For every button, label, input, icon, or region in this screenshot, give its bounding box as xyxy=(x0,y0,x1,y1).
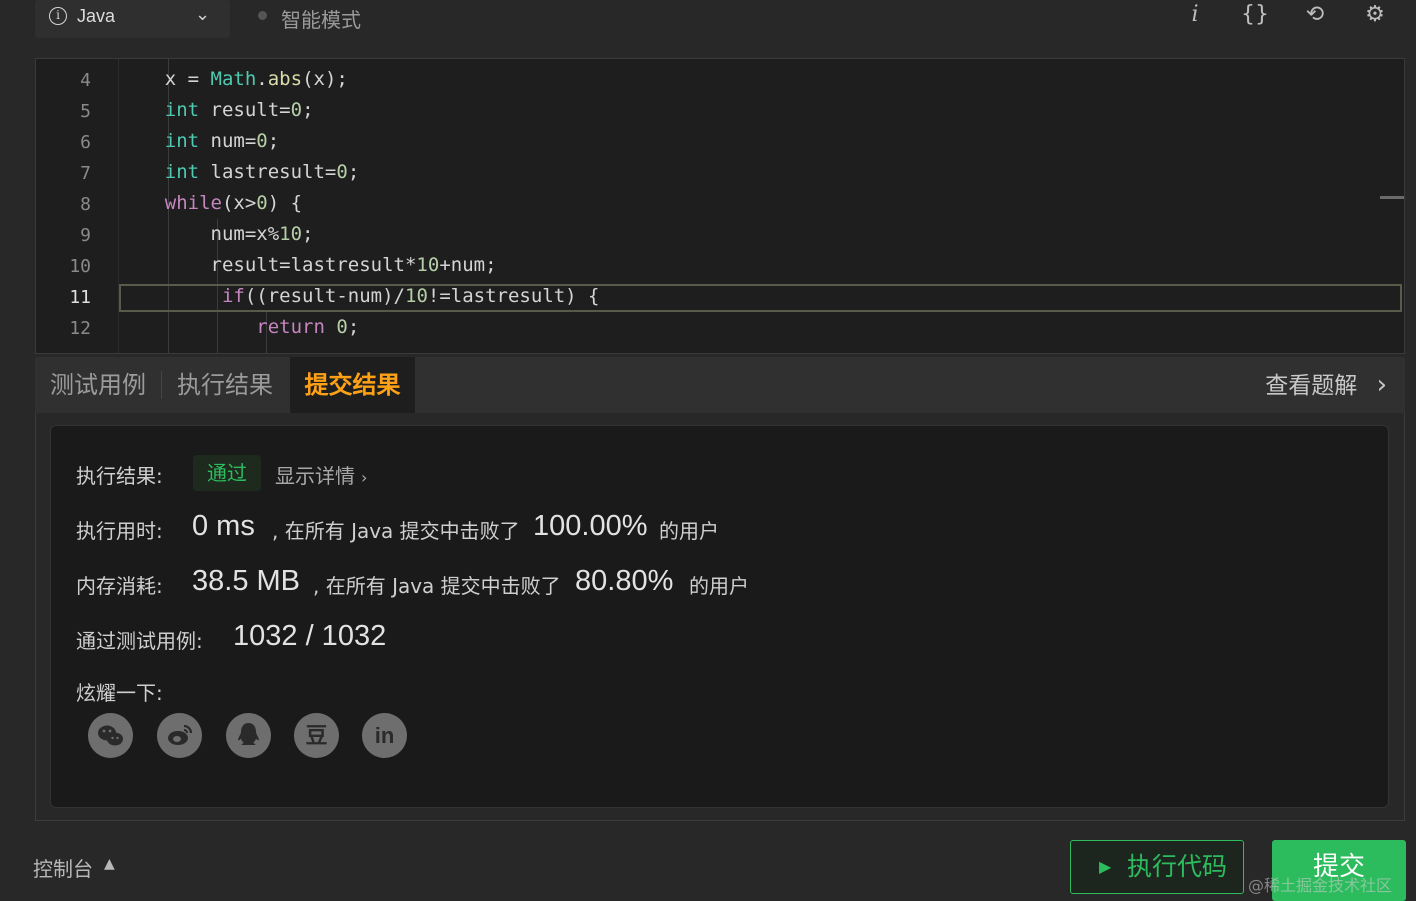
code-line-active: if((result-num)/10!=lastresult) { xyxy=(221,285,600,307)
douban-share-button[interactable]: 豆 xyxy=(294,713,339,758)
runtime-percent: 100.00% xyxy=(533,510,648,542)
status-badge: 通过 xyxy=(193,455,261,491)
memory-text: , 在所有 Java 提交中击败了 xyxy=(313,574,561,598)
watermark: @稀土掘金技术社区 xyxy=(1248,876,1393,895)
code-line: result=lastresult*10+num; xyxy=(119,254,497,276)
code-editor[interactable]: 4 5 6 7 8 9 10 11 12 x = Math.abs(x); in… xyxy=(35,58,1405,354)
line-number-gutter: 4 5 6 7 8 9 10 11 12 xyxy=(36,59,119,353)
memory-label: 内存消耗: xyxy=(76,574,163,598)
play-icon: ▶ xyxy=(1099,857,1112,876)
settings-icon[interactable]: ⚙ xyxy=(1360,2,1390,27)
line-number: 8 xyxy=(80,194,91,215)
wechat-icon xyxy=(98,725,123,746)
line-number: 12 xyxy=(69,318,91,339)
test-cases-value: 1032 / 1032 xyxy=(233,620,387,652)
code-line: num=x%10; xyxy=(119,223,314,245)
smart-mode-toggle[interactable]: 智能模式 xyxy=(281,4,361,33)
wechat-share-button[interactable] xyxy=(88,713,133,758)
douban-icon: 豆 xyxy=(305,723,328,748)
weibo-icon xyxy=(168,724,193,745)
run-code-label: 执行代码 xyxy=(1127,852,1228,881)
runtime-label: 执行用时: xyxy=(76,519,163,543)
code-line: while(x>0) { xyxy=(164,192,303,214)
line-number: 10 xyxy=(69,256,91,277)
line-number-active: 11 xyxy=(69,287,91,308)
show-details-link[interactable]: 显示详情 › xyxy=(275,460,367,489)
runtime-suffix: 的用户 xyxy=(659,519,719,543)
qq-icon xyxy=(238,723,259,745)
language-label: Java xyxy=(77,6,116,26)
result-tabs: 测试用例 执行结果 提交结果 查看题解 › xyxy=(35,357,1405,413)
editor-toolbar: i Java ⌄ 智能模式 i {} ⟲ ⚙ xyxy=(0,0,1416,40)
line-number: 5 xyxy=(80,101,91,122)
caret-up-icon: ▲ xyxy=(104,856,115,872)
linkedin-icon: in xyxy=(374,723,395,748)
status-label: 执行结果: xyxy=(76,464,163,488)
linkedin-share-button[interactable]: in xyxy=(362,713,407,758)
code-line: int result=0; xyxy=(164,99,314,121)
run-code-button[interactable]: ▶ 执行代码 xyxy=(1070,840,1244,894)
line-number: 6 xyxy=(80,132,91,153)
info-circle-icon: i xyxy=(49,7,67,25)
info-icon[interactable]: i xyxy=(1180,2,1210,27)
language-select[interactable]: i Java ⌄ xyxy=(35,0,230,38)
braces-icon[interactable]: {} xyxy=(1240,2,1270,27)
scrollbar-marker[interactable] xyxy=(1380,196,1404,199)
weibo-share-button[interactable] xyxy=(157,713,202,758)
tab-submit-result[interactable]: 提交结果 xyxy=(290,357,415,413)
code-line: int num=0; xyxy=(164,130,280,152)
view-solutions-label: 查看题解 xyxy=(1265,373,1358,399)
line-number: 4 xyxy=(80,70,91,91)
mode-status-dot xyxy=(258,11,267,20)
view-solutions-link[interactable]: 查看题解 › xyxy=(1265,357,1387,413)
line-number: 7 xyxy=(80,163,91,184)
memory-value: 38.5 MB xyxy=(192,565,300,597)
memory-suffix: 的用户 xyxy=(689,574,749,598)
console-toggle[interactable]: 控制台 xyxy=(33,853,93,882)
show-details-label: 显示详情 xyxy=(275,464,355,488)
chevron-right-icon: › xyxy=(1376,370,1387,400)
line-number: 9 xyxy=(80,225,91,246)
chevron-right-icon: › xyxy=(361,468,368,487)
tab-test-cases[interactable]: 测试用例 xyxy=(35,357,161,413)
reset-icon[interactable]: ⟲ xyxy=(1300,2,1330,27)
runtime-value: 0 ms xyxy=(192,510,255,542)
tab-run-result[interactable]: 执行结果 xyxy=(162,357,288,413)
test-cases-label: 通过测试用例: xyxy=(76,629,203,653)
runtime-text: , 在所有 Java 提交中击败了 xyxy=(272,519,520,543)
memory-percent: 80.80% xyxy=(575,565,674,597)
share-label: 炫耀一下: xyxy=(76,681,163,705)
code-line: int lastresult=0; xyxy=(164,161,360,183)
chevron-down-icon: ⌄ xyxy=(195,4,211,25)
code-line: return 0; xyxy=(256,316,360,338)
code-line: x = Math.abs(x); xyxy=(119,68,348,90)
qq-share-button[interactable] xyxy=(226,713,271,758)
